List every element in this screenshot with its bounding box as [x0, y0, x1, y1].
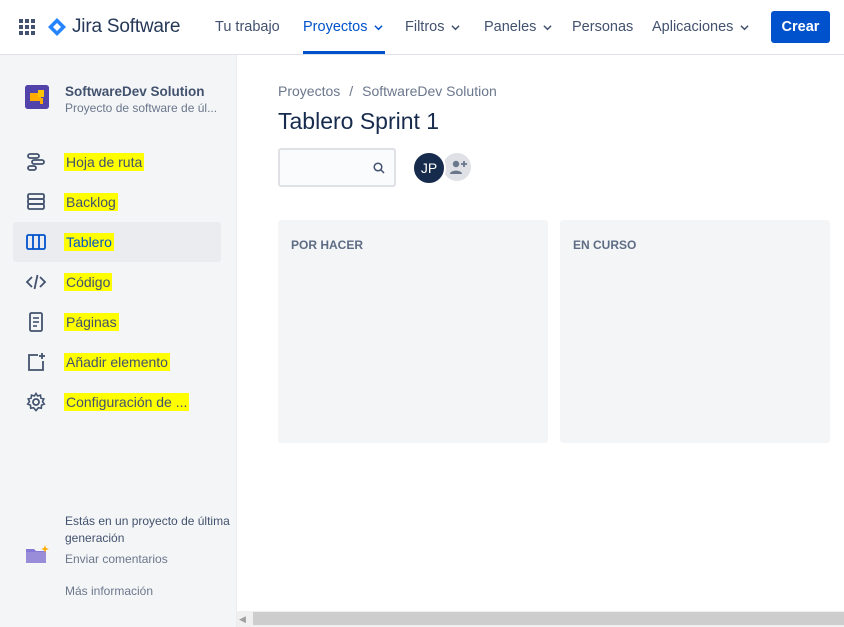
- app-name: Jira Software: [72, 16, 181, 37]
- sidebar-item-roadmap[interactable]: Hoja de ruta: [13, 142, 221, 182]
- breadcrumb-separator: /: [349, 83, 354, 99]
- project-name[interactable]: SoftwareDev Solution: [65, 84, 205, 99]
- board-icon: [25, 232, 47, 252]
- project-icon: [25, 85, 49, 109]
- gear-icon: [25, 392, 47, 412]
- breadcrumb-projects[interactable]: Proyectos: [278, 83, 340, 99]
- nav-label: Paneles: [484, 19, 537, 35]
- sidebar-item-board[interactable]: Tablero: [13, 222, 221, 262]
- sidebar-item-settings[interactable]: Configuración de ...: [13, 382, 221, 422]
- nav-label: Tu trabajo: [215, 19, 280, 35]
- search-icon: [373, 162, 385, 174]
- nav-label: Personas: [572, 19, 634, 35]
- create-button[interactable]: Crear: [771, 11, 830, 43]
- sidebar-item-label: Código: [64, 273, 113, 291]
- sidebar-item-backlog[interactable]: Backlog: [13, 182, 221, 222]
- page-title: Tablero Sprint 1: [278, 108, 440, 134]
- sidebar-item-label: Páginas: [64, 313, 119, 331]
- project-type: Proyecto de software de úl...: [65, 101, 218, 115]
- horizontal-scrollbar[interactable]: ◀: [237, 611, 844, 627]
- chevron-down-icon: [740, 24, 750, 30]
- nav-proyectos[interactable]: Proyectos: [303, 18, 384, 36]
- sidebar-item-label: Backlog: [64, 193, 118, 211]
- sidebar-item-label: Configuración de ...: [64, 393, 190, 411]
- avatar[interactable]: JP: [412, 151, 446, 185]
- next-gen-project-notice: Estás en un proyecto de última generació…: [65, 514, 230, 545]
- nav-label: Aplicaciones: [652, 19, 734, 35]
- breadcrumb-project[interactable]: SoftwareDev Solution: [362, 83, 497, 99]
- nav-personas[interactable]: Personas: [572, 18, 633, 36]
- sidebar-item-label: Hoja de ruta: [64, 153, 145, 171]
- more-info-link[interactable]: Más información: [65, 584, 153, 598]
- sidebar-item-add-item[interactable]: Añadir elemento: [13, 342, 221, 382]
- nav-tu-trabajo[interactable]: Tu trabajo: [215, 18, 280, 36]
- board-column-todo: POR HACER: [278, 220, 548, 443]
- nav-label: Proyectos: [303, 19, 368, 35]
- app-switcher-icon[interactable]: [19, 19, 35, 35]
- sidebar-item-code[interactable]: Código: [13, 262, 221, 302]
- project-sidebar: SoftwareDev Solution Proyecto de softwar…: [0, 55, 237, 627]
- scroll-left-arrow-icon[interactable]: ◀: [239, 614, 246, 625]
- chevron-down-icon: [451, 24, 461, 30]
- active-nav-indicator: [303, 51, 385, 54]
- add-item-icon: [25, 352, 47, 372]
- nav-paneles[interactable]: Paneles: [484, 18, 553, 36]
- add-person-icon: [450, 160, 467, 174]
- chevron-down-icon: [543, 24, 553, 30]
- jira-logo[interactable]: Jira Software: [48, 15, 180, 39]
- code-icon: [25, 272, 47, 292]
- send-feedback-link[interactable]: Enviar comentarios: [65, 552, 168, 566]
- backlog-icon: [25, 192, 47, 212]
- nav-label: Filtros: [405, 19, 445, 35]
- nav-aplicaciones[interactable]: Aplicaciones: [652, 18, 750, 36]
- sidebar-item-label: Tablero: [64, 233, 114, 251]
- roadmap-icon: [25, 152, 47, 172]
- sidebar-item-label: Añadir elemento: [64, 353, 170, 371]
- nav-filtros[interactable]: Filtros: [405, 18, 461, 36]
- column-title: EN CURSO: [573, 238, 637, 252]
- project-avatar[interactable]: [25, 85, 49, 109]
- folder-sparkle-icon: [25, 545, 49, 565]
- scrollbar-thumb[interactable]: [253, 612, 844, 625]
- column-title: POR HACER: [291, 238, 364, 252]
- breadcrumb: Proyectos / SoftwareDev Solution: [278, 83, 497, 99]
- pages-icon: [25, 312, 47, 332]
- jira-diamond-icon: [48, 18, 66, 36]
- sidebar-item-pages[interactable]: Páginas: [13, 302, 221, 342]
- top-navigation: Jira Software Tu trabajo Proyectos Filtr…: [0, 0, 844, 55]
- board-search-input[interactable]: [278, 148, 396, 187]
- chevron-down-icon: [374, 24, 384, 30]
- board-column-in-progress: EN CURSO: [560, 220, 830, 443]
